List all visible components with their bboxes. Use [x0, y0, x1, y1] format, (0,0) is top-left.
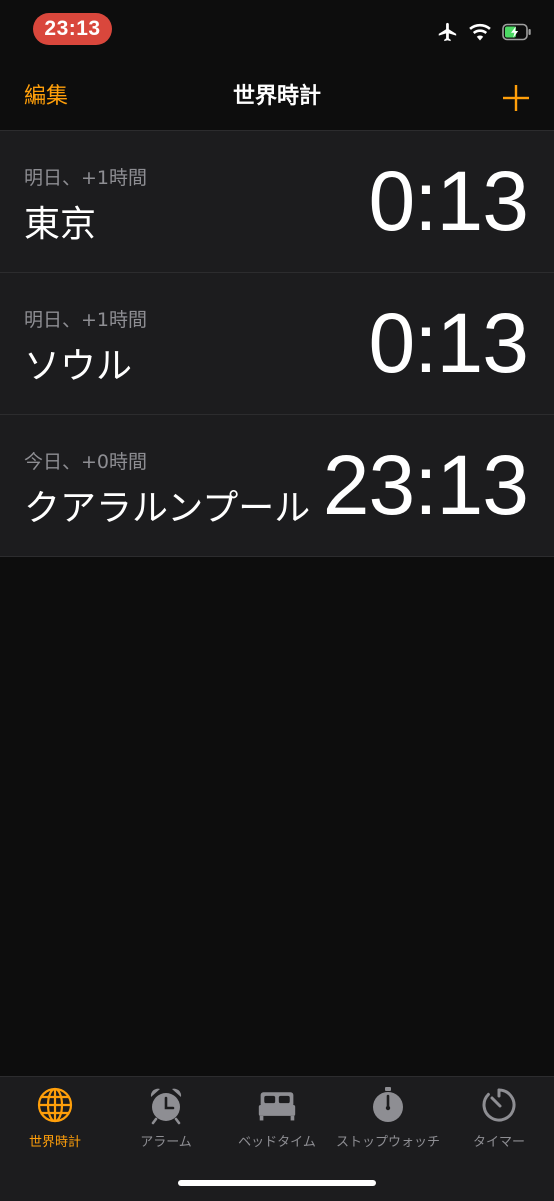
tab-label: アラーム	[140, 1135, 192, 1150]
clock-city: 東京	[24, 204, 97, 245]
battery-charging-icon	[502, 23, 531, 41]
tab-world-clock[interactable]: 世界時計	[0, 1085, 110, 1155]
clock-city: ソウル	[24, 346, 133, 387]
stopwatch-icon	[373, 1087, 403, 1122]
clock-time: 23:13	[322, 438, 529, 532]
timer-icon	[482, 1088, 516, 1122]
home-indicator[interactable]	[178, 1180, 376, 1186]
tab-label: タイマー	[472, 1135, 525, 1150]
plus-icon[interactable]	[500, 82, 532, 114]
tab-bedtime[interactable]: ベッドタイム	[222, 1085, 332, 1155]
clock-offset: 明日、+1時間	[24, 309, 148, 331]
tab-timer[interactable]: タイマー	[444, 1085, 554, 1155]
clock-time: 0:13	[368, 154, 529, 248]
tab-stopwatch[interactable]: ストップウォッチ	[333, 1085, 443, 1155]
tab-label: ベッドタイム	[238, 1135, 316, 1150]
page-title: 世界時計	[232, 84, 321, 109]
clock-offset: 今日、+0時間	[24, 451, 148, 473]
nav-bar: 編集 世界時計	[0, 60, 554, 131]
clock-offset: 明日、+1時間	[24, 167, 148, 189]
tab-label: 世界時計	[28, 1135, 81, 1150]
tab-alarm[interactable]: アラーム	[111, 1085, 221, 1155]
globe-icon	[37, 1087, 73, 1123]
wifi-icon	[469, 23, 491, 41]
clock-row[interactable]: 明日、+1時間 東京 0:13	[0, 131, 554, 273]
bed-icon	[258, 1092, 296, 1121]
clock-row[interactable]: 今日、+0時間 クアラルンプール 23:13	[0, 415, 554, 557]
airplane-icon	[438, 22, 457, 42]
status-icons	[436, 20, 532, 44]
alarm-clock-icon	[150, 1088, 182, 1125]
clock-list: 明日、+1時間 東京 0:13 明日、+1時間 ソウル 0:13 今日、+0時間…	[0, 131, 554, 557]
clock-city: クアラルンプール	[24, 488, 311, 529]
tab-label: ストップウォッチ	[335, 1135, 440, 1150]
clock-row[interactable]: 明日、+1時間 ソウル 0:13	[0, 273, 554, 415]
clock-time: 0:13	[368, 296, 529, 390]
status-time-pill[interactable]: 23:13	[33, 13, 112, 45]
status-bar: 23:13	[0, 0, 554, 60]
